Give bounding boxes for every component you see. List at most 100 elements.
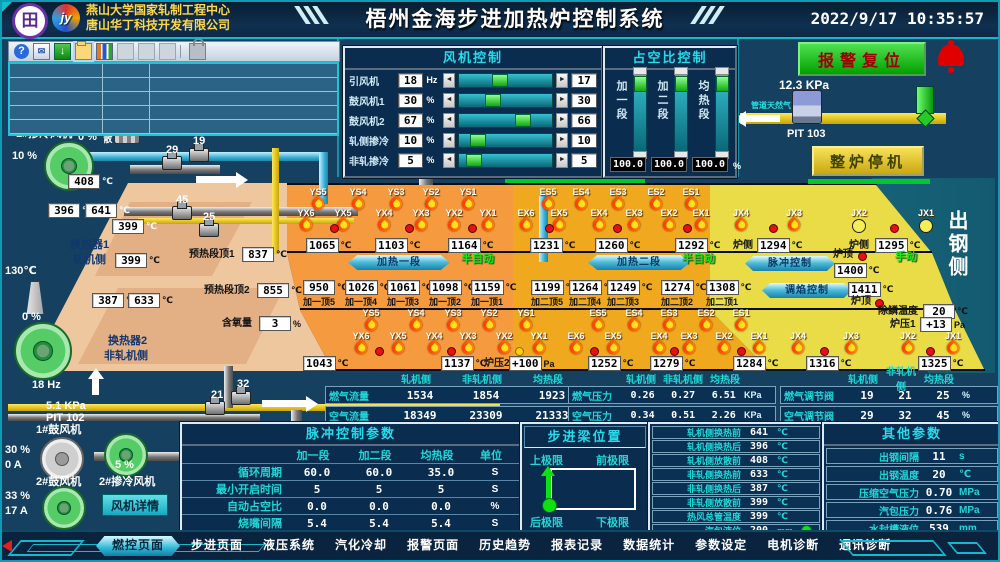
slider-right-button[interactable]: ►	[556, 73, 568, 88]
dim-icon[interactable]	[138, 43, 155, 60]
fan-setpoint-box[interactable]: 10	[571, 133, 597, 148]
unit-label: ℃	[338, 358, 349, 369]
duty-slider-thumb[interactable]	[634, 76, 647, 92]
dim-icon[interactable]	[159, 43, 176, 60]
fan-value-box[interactable]: 18	[398, 73, 424, 88]
fan-slider-track[interactable]	[458, 153, 553, 168]
mail-icon[interactable]: ✉	[33, 43, 50, 60]
slider-left-button[interactable]: ◄	[443, 73, 455, 88]
fan-icon	[14, 322, 72, 380]
fan-detail-button[interactable]: 风机详情	[102, 494, 168, 516]
nav-red-marker	[2, 540, 12, 552]
burner-JX4: JX4	[728, 209, 754, 231]
fan-slider-track[interactable]	[458, 133, 553, 148]
burner-YS5: YS5	[305, 188, 331, 210]
zone-banner: 加热一段	[348, 255, 450, 270]
fan-slider-thumb[interactable]	[485, 94, 501, 107]
burner-ES4: ES4	[568, 188, 594, 210]
fan-value-box[interactable]: 10	[398, 133, 424, 148]
organization-names: 燕山大学国家轧制工程中心 唐山华丁科技开发有限公司	[86, 3, 230, 33]
duty-slider-thumb[interactable]	[675, 76, 688, 92]
tab-液压系统[interactable]: 液压系统	[254, 536, 324, 556]
fan-unit-label: %	[426, 155, 440, 165]
tab-步进页面[interactable]: 步进页面	[182, 536, 252, 556]
tab-数据统计[interactable]: 数据统计	[614, 536, 684, 556]
burner-YX1: YX1	[526, 332, 552, 354]
tab-报表记录[interactable]: 报表记录	[542, 536, 612, 556]
header: 田 jy 燕山大学国家轧制工程中心 唐山华丁科技开发有限公司 梧州金海步进加热炉…	[0, 0, 1000, 39]
fan-slider-track[interactable]	[458, 93, 553, 108]
tab-燃控页面[interactable]: 燃控页面	[96, 536, 180, 556]
nav-decoration	[947, 542, 987, 554]
value-box: 408℃	[68, 174, 113, 189]
status-dot	[590, 347, 599, 356]
diagram-label: 2#掺冷风机	[99, 476, 155, 489]
tab-历史趋势[interactable]: 历史趋势	[470, 536, 540, 556]
fan-slider-thumb[interactable]	[466, 154, 482, 167]
fan-slider-thumb[interactable]	[470, 134, 486, 147]
fan-value-box[interactable]: 5	[398, 153, 424, 168]
pulse-value: 35.0	[410, 466, 472, 479]
fan-slider-track[interactable]	[458, 73, 553, 88]
cell-value: 1534	[387, 389, 453, 402]
duty-slider-track[interactable]	[715, 74, 729, 152]
fan-setpoint-box[interactable]: 5	[571, 153, 597, 168]
burner-label: JX1	[913, 209, 939, 218]
pulse-value: 5	[410, 483, 472, 496]
tab-报警页面[interactable]: 报警页面	[398, 536, 468, 556]
fan-slider-thumb[interactable]	[515, 114, 531, 127]
flame-icon	[900, 340, 917, 357]
folder-icon[interactable]	[75, 43, 92, 60]
unit-label: ℃	[710, 240, 721, 251]
unit-label: ℃	[623, 358, 634, 369]
furnace-stop-button[interactable]: 整炉停机	[812, 146, 924, 176]
flame-icon	[426, 340, 443, 357]
cell-value: 0.27	[663, 390, 704, 401]
temp-list-row: 轧机侧放散前408℃	[652, 454, 820, 467]
cell-value: 25	[924, 389, 962, 402]
tab-电机诊断[interactable]: 电机诊断	[758, 536, 828, 556]
burner-YX2: YX2	[441, 209, 467, 231]
diagram-label: PIT 102	[46, 412, 85, 425]
slider-right-button[interactable]: ►	[556, 93, 568, 108]
slider-right-button[interactable]: ►	[556, 113, 568, 128]
duty-slider-track[interactable]	[633, 74, 647, 152]
slider-right-button[interactable]: ►	[556, 133, 568, 148]
diagram-label: 含氧量	[222, 318, 252, 330]
tab-汽化冷却[interactable]: 汽化冷却	[326, 536, 396, 556]
unit-label: ℃	[768, 358, 779, 369]
lock-icon[interactable]	[189, 43, 206, 60]
flame-icon	[661, 217, 678, 234]
help-icon[interactable]: ?	[14, 44, 29, 59]
duty-slider-thumb[interactable]	[716, 76, 729, 92]
dim-icon[interactable]	[117, 43, 134, 60]
fan-slider-thumb[interactable]	[492, 74, 508, 87]
fan-value-box[interactable]: 67	[398, 113, 424, 128]
temp-value: 399	[741, 511, 777, 522]
diagram-label: 炉压2	[484, 358, 510, 370]
pipe	[138, 218, 354, 224]
chart-icon[interactable]	[96, 43, 113, 60]
control-valve-table: 轧机侧非轧机侧均热段燃气调节阀192125%空气调节阀293245%	[780, 372, 998, 424]
fan-setpoint-box[interactable]: 17	[571, 73, 597, 88]
tab-参数设定[interactable]: 参数设定	[686, 536, 756, 556]
org-line1: 燕山大学国家轧制工程中心	[86, 3, 230, 18]
slider-left-button[interactable]: ◄	[443, 93, 455, 108]
fan-setpoint-box[interactable]: 66	[571, 113, 597, 128]
column-header: 轧机侧	[620, 371, 662, 386]
status-dot	[447, 347, 456, 356]
fan-slider-track[interactable]	[458, 113, 553, 128]
fan-setpoint-box[interactable]: 30	[571, 93, 597, 108]
download-icon[interactable]: ↓	[54, 43, 71, 60]
alarm-reset-button[interactable]: 报警复位	[798, 42, 926, 76]
pulse-value: 5.4	[348, 517, 410, 530]
slider-right-button[interactable]: ►	[556, 153, 568, 168]
unit-label: Pa	[954, 320, 965, 330]
fan-value-box[interactable]: 30	[398, 93, 424, 108]
burner-YS3: YS3	[383, 188, 409, 210]
slider-left-button[interactable]: ◄	[443, 133, 455, 148]
slider-left-button[interactable]: ◄	[443, 113, 455, 128]
duty-slider-track[interactable]	[674, 74, 688, 152]
slider-left-button[interactable]: ◄	[443, 153, 455, 168]
fan-unit-label: %	[426, 115, 440, 125]
